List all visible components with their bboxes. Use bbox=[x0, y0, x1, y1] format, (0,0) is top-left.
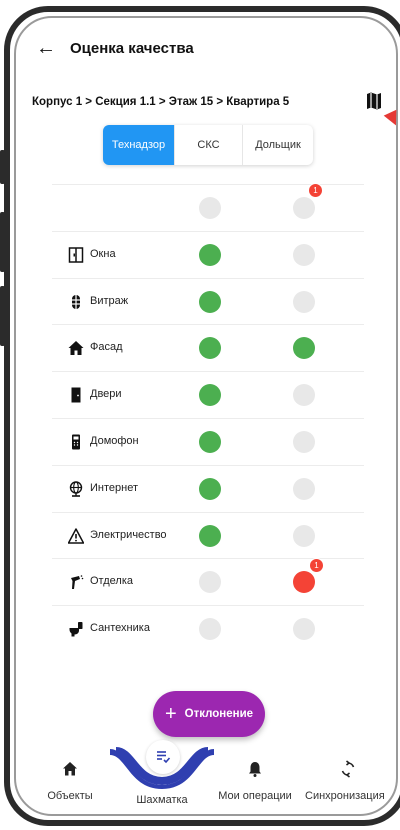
page-title: Оценка качества bbox=[70, 39, 194, 57]
list-item: 1 bbox=[52, 183, 364, 231]
status-dot[interactable] bbox=[199, 290, 221, 313]
status-dot[interactable] bbox=[199, 384, 221, 407]
row-label: Отделка bbox=[90, 575, 133, 588]
house-icon bbox=[68, 341, 84, 356]
status-dot[interactable] bbox=[199, 337, 221, 360]
status-dot[interactable] bbox=[293, 618, 315, 641]
list-item: Фасад bbox=[52, 324, 364, 371]
tab-dolshchik[interactable]: Дольщик bbox=[243, 125, 313, 165]
status-dot[interactable] bbox=[199, 571, 221, 594]
toilet-icon bbox=[69, 622, 83, 637]
list-item: Интернет bbox=[52, 464, 364, 512]
list-item: Электричество bbox=[52, 511, 364, 559]
status-dot[interactable] bbox=[199, 243, 221, 266]
tab-tehnadzor[interactable]: Технадзор bbox=[103, 125, 175, 165]
nav-item-sync[interactable]: Синхронизация bbox=[305, 760, 389, 802]
map-icon[interactable] bbox=[366, 92, 382, 110]
count-badge: 1 bbox=[309, 558, 324, 574]
nav-label: Мои операции bbox=[218, 790, 292, 802]
nav-label: Синхронизация bbox=[305, 790, 385, 802]
status-dot[interactable] bbox=[293, 337, 315, 360]
status-dot[interactable] bbox=[293, 243, 315, 266]
bell-icon bbox=[249, 762, 261, 777]
door-icon bbox=[71, 387, 81, 403]
list-item: Домофон bbox=[52, 417, 364, 465]
nav-label: Шахматка bbox=[136, 794, 188, 806]
warning-icon bbox=[68, 527, 84, 544]
status-dot[interactable] bbox=[199, 197, 221, 219]
plus-icon: + bbox=[164, 703, 177, 725]
status-dot[interactable] bbox=[293, 197, 315, 219]
breadcrumb: Корпус 1 > Секция 1.1 > Этаж 15 > Кварти… bbox=[32, 96, 290, 108]
status-dot[interactable] bbox=[199, 430, 221, 453]
list-item: Витраж bbox=[52, 277, 364, 325]
status-dot[interactable] bbox=[293, 430, 315, 453]
top-bar: ← Оценка качества bbox=[36, 38, 194, 58]
spray-icon bbox=[71, 575, 84, 590]
arrow-left-icon[interactable]: ← bbox=[36, 38, 56, 58]
home-icon bbox=[63, 762, 77, 776]
list-check-icon bbox=[157, 751, 171, 764]
nav-active-circle[interactable] bbox=[146, 740, 180, 774]
status-dot[interactable] bbox=[293, 290, 315, 313]
row-label: Двери bbox=[90, 388, 122, 401]
status-dot[interactable] bbox=[199, 477, 221, 500]
quality-list: 1 Окна Витраж Фасад Двери Домофон Интерн… bbox=[52, 183, 364, 652]
row-label: Интернет bbox=[90, 481, 138, 494]
row-label: Фасад bbox=[90, 341, 123, 354]
list-item: Двери bbox=[52, 371, 364, 418]
window-icon bbox=[68, 247, 84, 263]
list-item: Окна bbox=[52, 230, 364, 278]
row-label: Электричество bbox=[90, 528, 167, 541]
row-label: Витраж bbox=[90, 294, 129, 307]
status-dot[interactable] bbox=[293, 477, 315, 500]
fab-label: Отклонение bbox=[184, 708, 254, 720]
app-screen: ← Оценка качества Корпус 1 > Секция 1.1 … bbox=[0, 0, 400, 830]
status-dot[interactable] bbox=[199, 524, 221, 547]
row-label: Окна bbox=[90, 247, 116, 260]
add-deviation-button[interactable]: + Отклонение bbox=[153, 691, 265, 737]
globe-icon bbox=[69, 481, 83, 497]
stained-glass-icon bbox=[72, 294, 80, 309]
intercom-icon bbox=[72, 434, 80, 450]
status-dot[interactable] bbox=[293, 384, 315, 407]
status-dot[interactable] bbox=[199, 618, 221, 641]
row-label: Домофон bbox=[90, 434, 139, 447]
count-badge: 1 bbox=[308, 183, 323, 198]
nav-item-chessboard[interactable]: Шахматка bbox=[117, 794, 207, 806]
row-label: Сантехника bbox=[90, 622, 150, 635]
status-dot[interactable] bbox=[293, 524, 315, 547]
tabs: Технадзор СКС Дольщик bbox=[103, 125, 313, 165]
list-item: Отделка 1 bbox=[52, 558, 364, 605]
nav-label: Объекты bbox=[47, 790, 93, 802]
status-dot[interactable] bbox=[293, 571, 315, 594]
nav-item-my-operations[interactable]: Мои операции bbox=[210, 760, 300, 802]
pointer-arrow-icon bbox=[383, 109, 400, 129]
nav-item-objects[interactable]: Объекты bbox=[25, 760, 115, 802]
list-item: Сантехника bbox=[52, 605, 364, 652]
tab-sks[interactable]: СКС bbox=[175, 125, 243, 165]
sync-icon bbox=[341, 760, 355, 778]
